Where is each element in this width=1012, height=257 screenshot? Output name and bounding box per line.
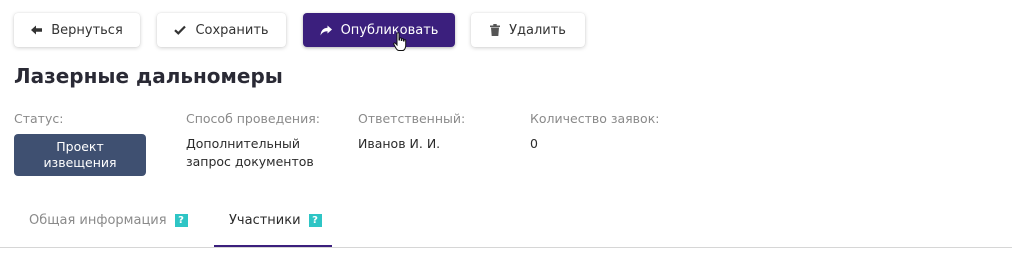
method-label: Способ проведения: bbox=[186, 111, 320, 126]
status-label: Статус: bbox=[14, 111, 64, 126]
save-button-label: Сохранить bbox=[195, 22, 269, 38]
delete-button-label: Удалить bbox=[509, 22, 566, 38]
arrow-left-icon bbox=[31, 25, 43, 35]
tab-general-info[interactable]: Общая информация ? bbox=[29, 206, 188, 248]
hand-pointer-icon bbox=[393, 32, 407, 56]
delete-button[interactable]: Удалить bbox=[471, 13, 585, 47]
tab-general-info-label: Общая информация bbox=[29, 213, 167, 228]
back-button[interactable]: Вернуться bbox=[14, 13, 140, 47]
method-value-line1: Дополнительный bbox=[186, 136, 301, 151]
help-icon[interactable]: ? bbox=[308, 214, 322, 227]
help-icon[interactable]: ? bbox=[174, 214, 188, 227]
status-badge: Проект извещения bbox=[14, 134, 146, 176]
check-icon bbox=[174, 25, 187, 35]
page-title: Лазерные дальномеры bbox=[14, 64, 283, 88]
responsible-label: Ответственный: bbox=[358, 111, 466, 126]
back-button-label: Вернуться bbox=[51, 22, 123, 38]
responsible-value: Иванов И. И. bbox=[358, 136, 441, 151]
share-arrow-icon bbox=[320, 25, 332, 36]
method-value: Дополнительный запрос документов bbox=[186, 135, 314, 171]
tab-participants-label: Участники bbox=[229, 213, 301, 228]
applications-count-label: Количество заявок: bbox=[530, 111, 660, 126]
publish-button-label: Опубликовать bbox=[340, 22, 439, 38]
tab-participants[interactable]: Участники ? bbox=[214, 206, 332, 248]
publish-button[interactable]: Опубликовать bbox=[303, 13, 455, 47]
trash-icon bbox=[490, 24, 501, 36]
page: Вернуться Сохранить Опубликовать Удалить… bbox=[0, 0, 1012, 257]
save-button[interactable]: Сохранить bbox=[157, 13, 286, 47]
tabs-divider bbox=[0, 247, 1012, 248]
method-value-line2: запрос документов bbox=[186, 154, 314, 169]
applications-count-value: 0 bbox=[530, 136, 538, 151]
